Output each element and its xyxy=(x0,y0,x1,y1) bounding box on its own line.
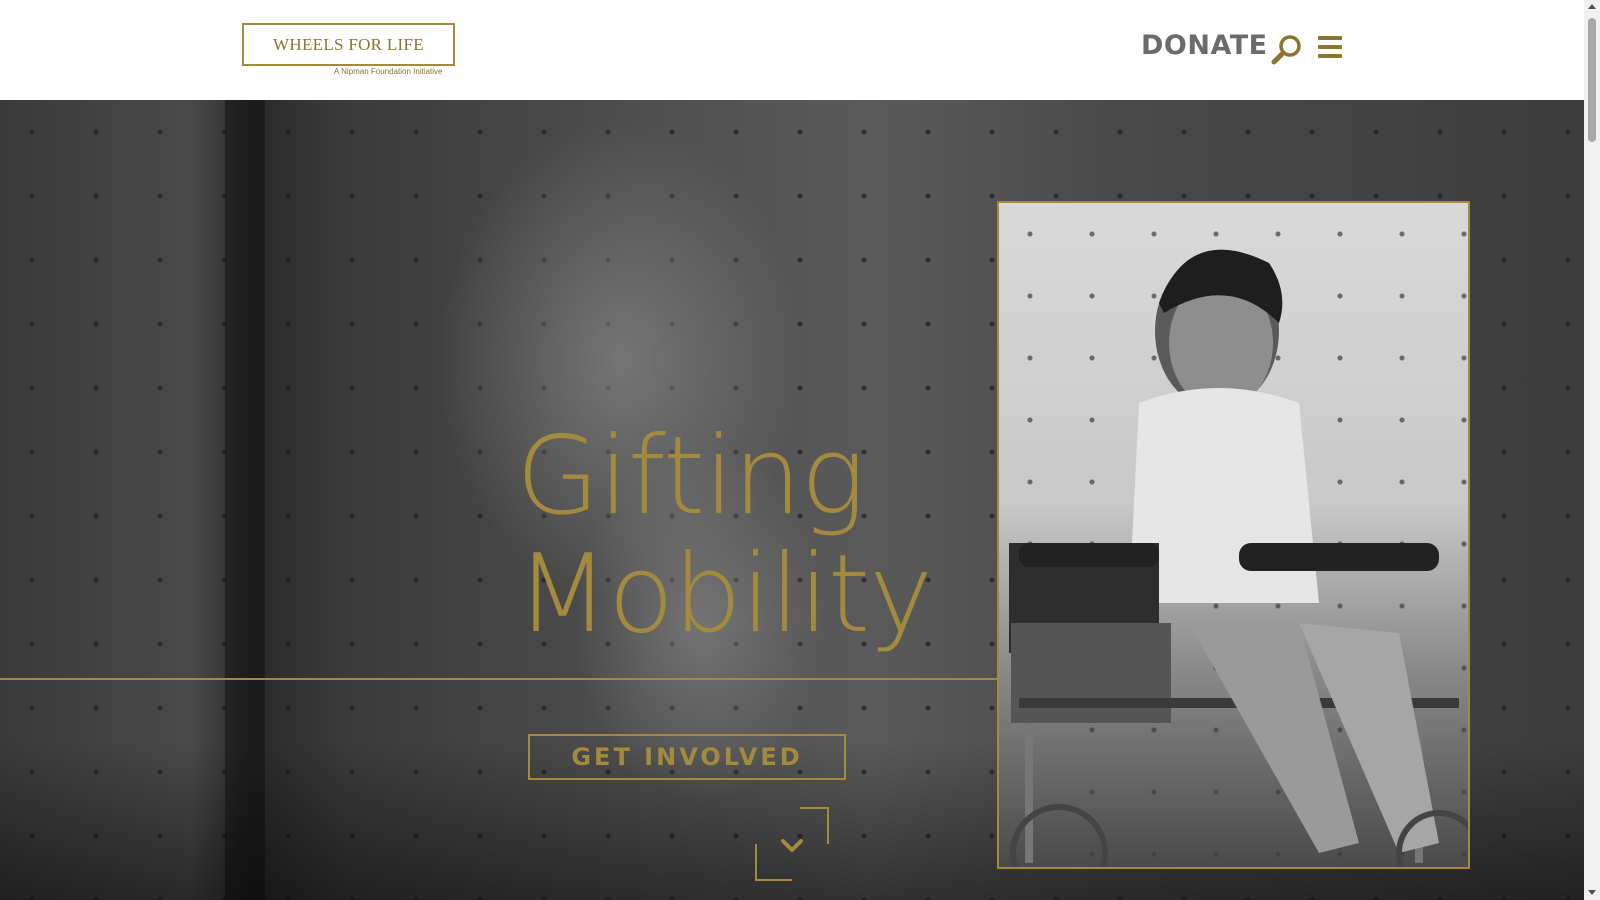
scrollbar-thumb[interactable] xyxy=(1588,18,1596,142)
scroll-down-arrow-icon[interactable] xyxy=(1588,890,1596,895)
search-button[interactable] xyxy=(1270,33,1304,67)
logo[interactable]: WHEELS FOR LIFE xyxy=(242,23,455,66)
menu-button[interactable] xyxy=(1318,36,1342,58)
chevron-down-icon xyxy=(755,807,829,881)
donate-link[interactable]: DONATE xyxy=(1141,30,1268,61)
hero-title-line-1: Gifting xyxy=(516,414,865,539)
scrollbar[interactable] xyxy=(1584,0,1600,900)
search-icon xyxy=(1271,35,1301,65)
hero-divider xyxy=(0,678,998,680)
hero-title-line-2: Mobility xyxy=(516,532,933,657)
child-in-wheelchair-photo xyxy=(1009,249,1468,867)
scroll-up-arrow-icon[interactable] xyxy=(1588,4,1596,9)
scroll-down-button[interactable] xyxy=(754,806,830,882)
hero-title: Gifting Mobility xyxy=(516,414,933,657)
featured-photo xyxy=(997,201,1470,869)
site-header: WHEELS FOR LIFE A Nipman Foundation Init… xyxy=(0,0,1584,100)
get-involved-label: GET INVOLVED xyxy=(571,743,803,771)
get-involved-button[interactable]: GET INVOLVED xyxy=(528,734,846,780)
logo-subtitle: A Nipman Foundation Initiative xyxy=(334,67,443,76)
hero-section: Gifting Mobility GET INVOLVED xyxy=(0,100,1584,900)
hamburger-menu-icon xyxy=(1318,36,1342,58)
logo-text: WHEELS FOR LIFE xyxy=(273,34,424,54)
